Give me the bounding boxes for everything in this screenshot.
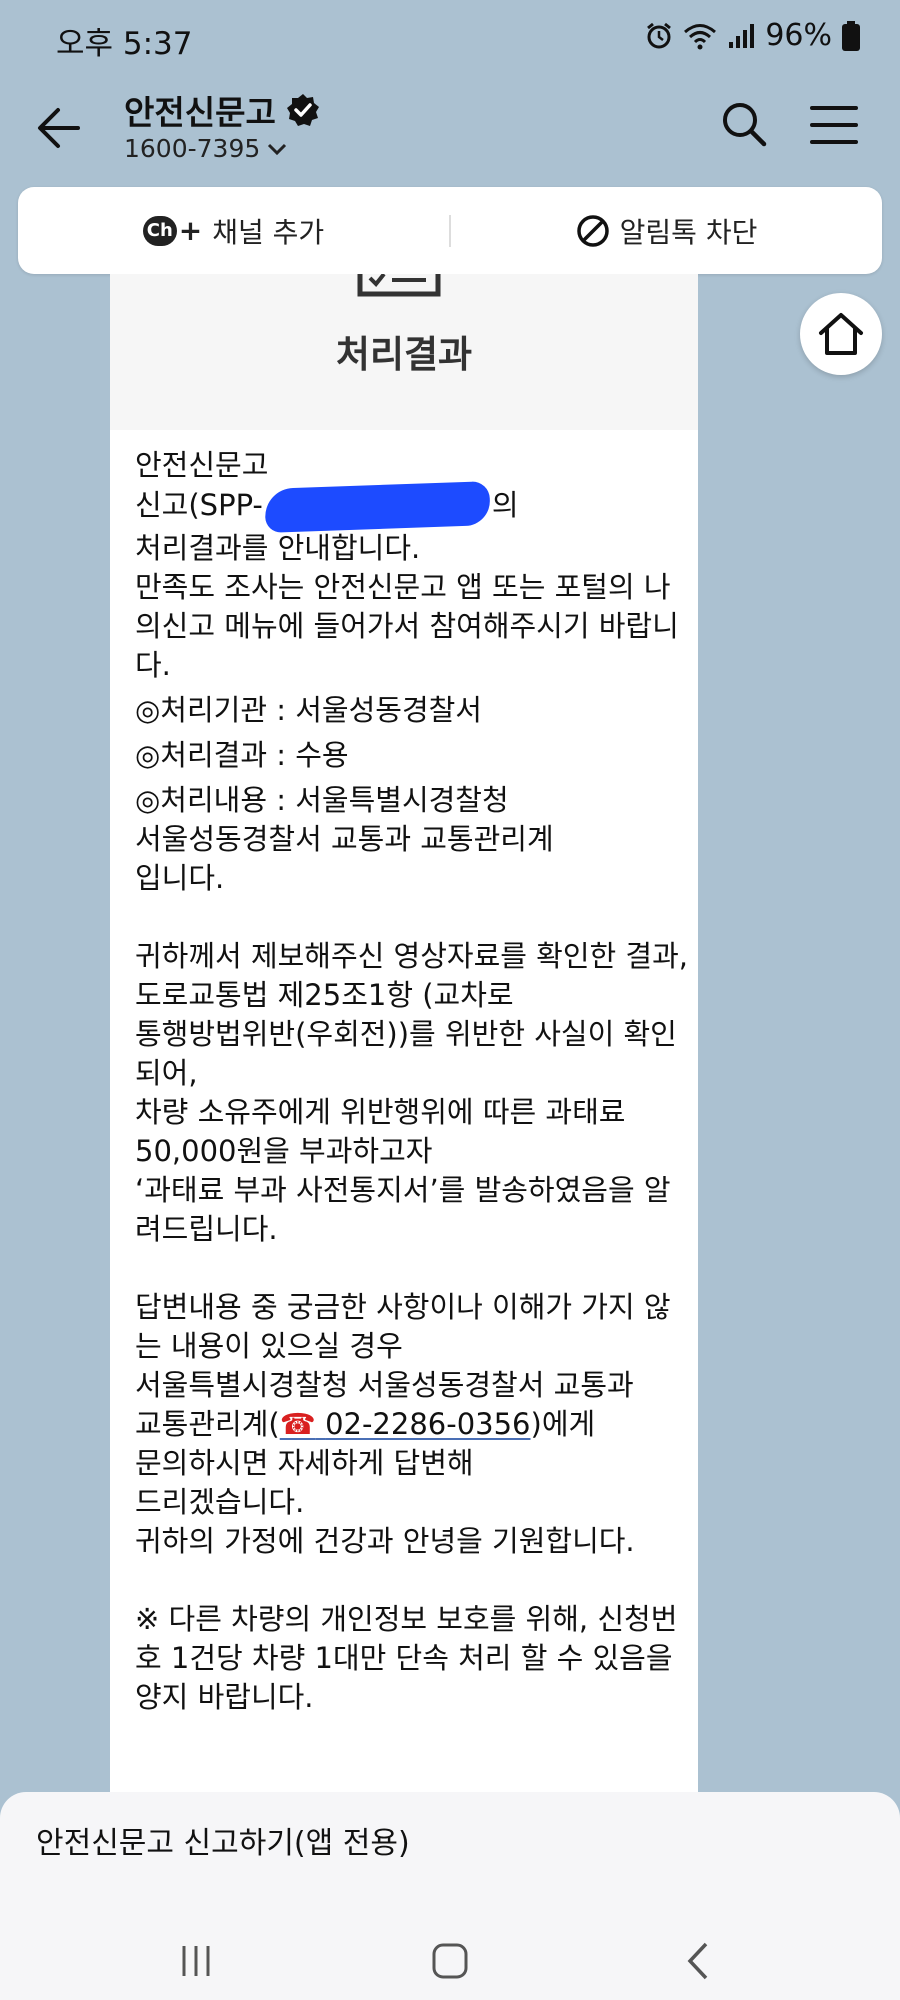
bottom-menu-sheet: 안전신문고 신고하기(앱 전용) [0, 1792, 900, 2000]
hamburger-menu-icon [810, 106, 858, 144]
recent-apps-button[interactable] [166, 1936, 226, 1986]
body-line: ※ 다른 차량의 개인정보 보호를 위해, 신청번호 1건당 차량 1대만 단속… [135, 1602, 678, 1714]
block-alerts-button[interactable]: 알림톡 차단 [451, 187, 882, 274]
recent-apps-icon [182, 1946, 210, 1976]
chevron-left-icon [687, 1942, 708, 1980]
battery-percent: 96% [765, 18, 832, 53]
body-line: 귀하께서 제보해주신 영상자료를 확인한 결과, [135, 939, 689, 973]
plus-icon: + [178, 214, 203, 247]
card-header: 처리결과 [110, 274, 698, 430]
redaction-mark [264, 481, 491, 533]
body-line: 답변내용 중 궁금한 사항이나 이해가 가지 않는 내용이 있으실 경우 [135, 1290, 671, 1363]
report-number-line: 신고(SPP- 의 [135, 481, 695, 533]
checklist-icon [357, 274, 441, 297]
block-icon [576, 214, 609, 247]
body-line: ◎처리결과 : 수용 [135, 738, 349, 772]
body-line: 드리겠습니다. [135, 1485, 305, 1519]
menu-button[interactable] [806, 100, 862, 150]
telephone-icon: ☎ [279, 1407, 316, 1441]
home-square-icon [432, 1943, 468, 1979]
body-line: ◎처리기관 : 서울성동경찰서 [135, 693, 482, 727]
block-alerts-label: 알림톡 차단 [619, 215, 758, 249]
battery-icon [842, 20, 860, 51]
back-button[interactable] [32, 100, 88, 156]
body-line: ◎처리내용 : 서울특별시경찰청 [135, 783, 509, 817]
body-line: ‘과태료 부과 사전통지서’를 발송하였음을 알려드립니다. [135, 1173, 671, 1246]
body-line: 귀하의 가정에 건강과 안녕을 기원합니다. [135, 1524, 635, 1558]
back-nav-button[interactable] [670, 1936, 730, 1986]
report-app-menu-button[interactable]: 안전신문고 신고하기(앱 전용) [36, 1818, 410, 1862]
body-line: 입니다. [135, 861, 225, 895]
body-line: 도로교통법 제25조1항 (교차로 [135, 978, 514, 1012]
phone-link[interactable]: ☎ 02-2286-0356 [280, 1407, 531, 1441]
body-line: 서울성동경찰서 교통과 교통관리계 [135, 822, 554, 856]
body-line: 서울특별시경찰청 서울성동경찰서 교통과 [135, 1368, 634, 1402]
chevron-down-icon [268, 143, 287, 155]
status-icons: 96% [645, 18, 860, 53]
home-icon [819, 313, 863, 355]
channel-name-text: 안전신문고 [124, 93, 276, 132]
search-icon [723, 103, 767, 147]
status-time: 오후 5:37 [56, 26, 193, 62]
alarm-icon [647, 22, 672, 48]
status-bar: 오후 5:37 96% [0, 0, 900, 72]
body-line: 문의하시면 자세하게 답변해 [135, 1446, 474, 1480]
body-line: 처리결과를 안내합니다. [135, 531, 421, 565]
channel-action-card: Ch + 채널 추가 알림톡 차단 [18, 187, 882, 274]
body-line: 차량 소유주에게 위반행위에 따른 과태료 50,000원을 부과하고자 [135, 1095, 626, 1168]
card-body: 안전신문고 신고(SPP- 의 처리결과를 안내합니다. 만족도 조사는 안전신문… [135, 446, 695, 1717]
body-line: 통행방법위반(우회전))를 위반한 사실이 확인되어, [135, 1017, 677, 1090]
search-button[interactable] [718, 98, 770, 150]
body-line: 만족도 조사는 안전신문고 앱 또는 포털의 나의신고 메뉴에 들어가서 참여해… [135, 570, 679, 682]
message-card: 처리결과 안전신문고 신고(SPP- 의 처리결과를 안내합니다. 만족도 조사는… [110, 274, 698, 1794]
channel-phone-text: 1600-7395 [124, 134, 261, 163]
system-nav-bar [0, 1922, 900, 2000]
arrow-left-icon [38, 108, 80, 148]
home-button[interactable] [800, 293, 882, 375]
add-channel-button[interactable]: Ch + 채널 추가 [18, 187, 449, 274]
channel-title[interactable]: 안전신문고 [124, 86, 320, 134]
card-title: 처리결과 [335, 333, 473, 376]
signal-icon [729, 23, 755, 48]
wifi-icon [684, 23, 717, 49]
channel-phone-dropdown[interactable]: 1600-7395 [124, 134, 288, 163]
contact-line: 교통관리계(☎ 02-2286-0356)에게 [135, 1407, 596, 1441]
ch-icon: Ch [142, 215, 177, 246]
chat-header: 안전신문고 1600-7395 [0, 72, 900, 182]
body-line: 안전신문고 [135, 448, 269, 482]
home-nav-button[interactable] [420, 1936, 480, 1986]
add-channel-label: 채널 추가 [212, 215, 325, 249]
verified-badge-icon [286, 94, 319, 126]
